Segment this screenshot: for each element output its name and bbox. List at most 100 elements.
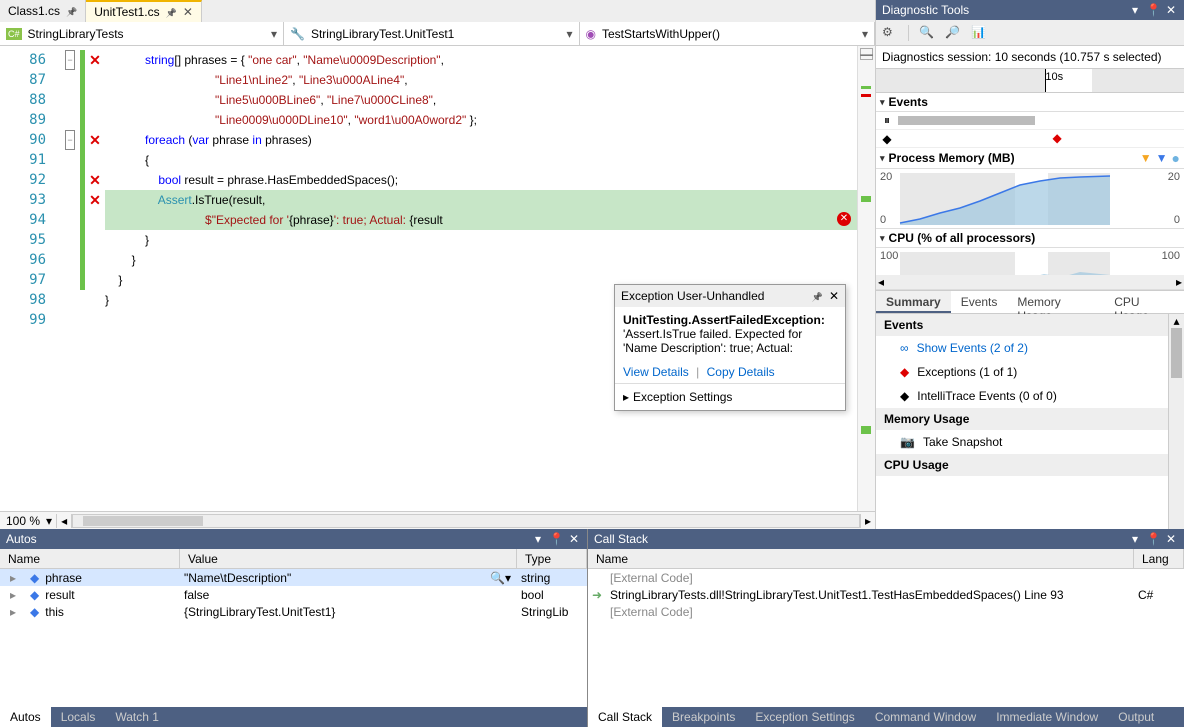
chevron-down-icon: ▾ — [566, 27, 572, 41]
memory-chart[interactable]: 20 0 20 0 — [876, 169, 1184, 229]
tab-summary[interactable]: Summary — [876, 291, 951, 313]
show-events-link[interactable]: ∞Show Events (2 of 2) — [876, 336, 1184, 360]
tab-events[interactable]: Events — [951, 291, 1008, 313]
callstack-row[interactable]: ➜StringLibraryTests.dll!StringLibraryTes… — [588, 586, 1184, 603]
col-type[interactable]: Type — [517, 549, 587, 568]
autos-row[interactable]: ▸ ◆this {StringLibraryTest.UnitTest1} St… — [0, 603, 587, 620]
code-text[interactable]: string[] phrases = { "one car", "Name\u0… — [105, 46, 857, 511]
code-editor[interactable]: 8687888990919293949596979899 −− ✕✕✕✕ str… — [0, 46, 875, 511]
horizontal-scrollbar[interactable] — [72, 514, 860, 528]
summary-cpu-header: CPU Usage — [876, 454, 1184, 476]
zoom-in-icon[interactable]: 🔍 — [919, 25, 935, 41]
gear-icon[interactable]: ⚙ — [882, 25, 898, 41]
zoom-level[interactable]: 100 % — [0, 514, 46, 528]
tab-locals[interactable]: Locals — [51, 707, 106, 727]
magnifier-icon[interactable]: 🔍▾ — [490, 571, 511, 585]
window-menu-icon[interactable]: ▾ — [1128, 3, 1142, 17]
pin-icon[interactable] — [66, 4, 77, 18]
scroll-right-icon[interactable]: ▸ — [1176, 275, 1182, 289]
method-dropdown[interactable]: ◉ TestStartsWithUpper() ▾ — [580, 22, 876, 45]
events-tracks: ⏸ ◆ ◆ — [876, 112, 1184, 148]
tab-watch1[interactable]: Watch 1 — [105, 707, 169, 727]
callstack-row[interactable]: [External Code] — [588, 603, 1184, 620]
tab-immediate-window[interactable]: Immediate Window — [986, 707, 1108, 727]
exception-marker-icon[interactable]: ◆ — [1052, 131, 1061, 145]
col-name[interactable]: Name — [588, 549, 1134, 568]
close-icon[interactable]: ✕ — [1164, 3, 1178, 17]
window-menu-icon[interactable]: ▾ — [1128, 532, 1142, 546]
expand-icon[interactable]: ▸ — [10, 571, 16, 585]
tab-memory-usage[interactable]: Memory Usage — [1007, 291, 1104, 313]
autos-row[interactable]: ▸ ◆phrase "Name\tDescription"🔍▾ string — [0, 569, 587, 586]
split-icon[interactable]: — — [860, 48, 873, 60]
tab-cpu-usage[interactable]: CPU Usage — [1104, 291, 1184, 313]
close-icon[interactable]: ✕ — [829, 289, 839, 303]
tab-exception-settings[interactable]: Exception Settings — [745, 707, 864, 727]
pin-icon[interactable]: 📍 — [1146, 532, 1160, 546]
pin-icon[interactable]: 📍 — [1146, 3, 1160, 17]
summary-memory-header: Memory Usage — [876, 408, 1184, 430]
exception-settings-label: Exception Settings — [633, 390, 732, 404]
scroll-left-icon[interactable]: ◂ — [56, 514, 72, 528]
events-section-header[interactable]: ▾Events — [876, 93, 1184, 112]
memory-section-header[interactable]: ▾Process Memory (MB) ▼ ▼ ● — [876, 148, 1184, 169]
tab-label: UnitTest1.cs — [94, 5, 159, 19]
tab-output[interactable]: Output — [1108, 707, 1164, 727]
close-icon[interactable]: ✕ — [183, 5, 193, 19]
callstack-grid[interactable]: [External Code]➜StringLibraryTests.dll!S… — [588, 569, 1184, 707]
overview-ruler[interactable]: — — [857, 46, 875, 511]
scroll-right-icon[interactable]: ▸ — [860, 514, 875, 528]
copy-details-link[interactable]: Copy Details — [707, 365, 775, 379]
diamond-icon: ◆ — [876, 130, 898, 147]
take-snapshot-button[interactable]: 📷Take Snapshot — [876, 430, 1184, 454]
cpu-chart[interactable]: 100 100 ◂ ▸ — [876, 248, 1184, 290]
scroll-left-icon[interactable]: ◂ — [878, 275, 884, 289]
events-icon: ∞ — [900, 341, 909, 355]
class-dropdown[interactable]: 🔧 StringLibraryTest.UnitTest1 ▾ — [284, 22, 580, 45]
view-details-link[interactable]: View Details — [623, 365, 689, 379]
tab-breakpoints[interactable]: Breakpoints — [662, 707, 745, 727]
close-icon[interactable]: ✕ — [1164, 532, 1178, 546]
method-label: TestStartsWithUpper() — [602, 27, 720, 41]
tab-autos[interactable]: Autos — [0, 707, 51, 727]
gc-marker-icon: ▼ — [1140, 151, 1152, 165]
breakpoint-column[interactable]: ✕✕✕✕ — [85, 46, 105, 511]
callstack-row[interactable]: [External Code] — [588, 569, 1184, 586]
expand-icon[interactable]: ▸ — [10, 605, 16, 619]
diagnostic-ruler[interactable]: 10s — [876, 69, 1184, 93]
chevron-down-icon: ▾ — [862, 27, 868, 41]
exception-message: 'Name Description': true; Actual: — [623, 341, 837, 355]
vertical-scrollbar[interactable]: ▴ — [1168, 314, 1184, 529]
tab-command-window[interactable]: Command Window — [865, 707, 986, 727]
intellitrace-row[interactable]: ◆IntelliTrace Events (0 of 0) — [876, 384, 1184, 408]
exceptions-row[interactable]: ◆Exceptions (1 of 1) — [876, 360, 1184, 384]
tab-class1[interactable]: Class1.cs — [0, 0, 86, 22]
close-icon[interactable]: ✕ — [567, 532, 581, 546]
scope-dropdown[interactable]: C# StringLibraryTests ▾ — [0, 22, 284, 45]
pin-icon[interactable] — [166, 5, 177, 19]
col-value[interactable]: Value — [180, 549, 517, 568]
variable-icon: ◆ — [30, 571, 39, 585]
pin-icon[interactable] — [812, 289, 823, 303]
navigation-bar: C# StringLibraryTests ▾ 🔧 StringLibraryT… — [0, 22, 875, 46]
exception-settings-toggle[interactable]: ▸ Exception Settings — [615, 383, 845, 410]
editor-footer: 100 % ▾ ◂ ▸ — [0, 511, 875, 529]
col-language[interactable]: Lang — [1134, 549, 1184, 568]
method-icon: ◉ — [586, 27, 596, 41]
window-menu-icon[interactable]: ▾ — [531, 532, 545, 546]
autos-row[interactable]: ▸ ◆result false bool — [0, 586, 587, 603]
tab-callstack[interactable]: Call Stack — [588, 707, 662, 727]
fold-column[interactable]: −− — [60, 46, 80, 511]
reset-zoom-icon[interactable]: 📊 — [971, 25, 987, 41]
autos-grid[interactable]: ▸ ◆phrase "Name\tDescription"🔍▾ string▸ … — [0, 569, 587, 707]
diagnostic-tabs: Summary Events Memory Usage CPU Usage — [876, 290, 1184, 314]
exception-popup: Exception User-Unhandled ✕ UnitTesting.A… — [614, 284, 846, 411]
cpu-section-header[interactable]: ▾CPU (% of all processors) — [876, 229, 1184, 248]
col-name[interactable]: Name — [0, 549, 180, 568]
variable-icon: ◆ — [30, 588, 39, 602]
zoom-out-icon[interactable]: 🔎 — [945, 25, 961, 41]
pin-icon[interactable]: 📍 — [549, 532, 563, 546]
tab-unittest1[interactable]: UnitTest1.cs ✕ — [86, 0, 202, 22]
chevron-down-icon[interactable]: ▾ — [46, 514, 56, 528]
expand-icon[interactable]: ▸ — [10, 588, 16, 602]
